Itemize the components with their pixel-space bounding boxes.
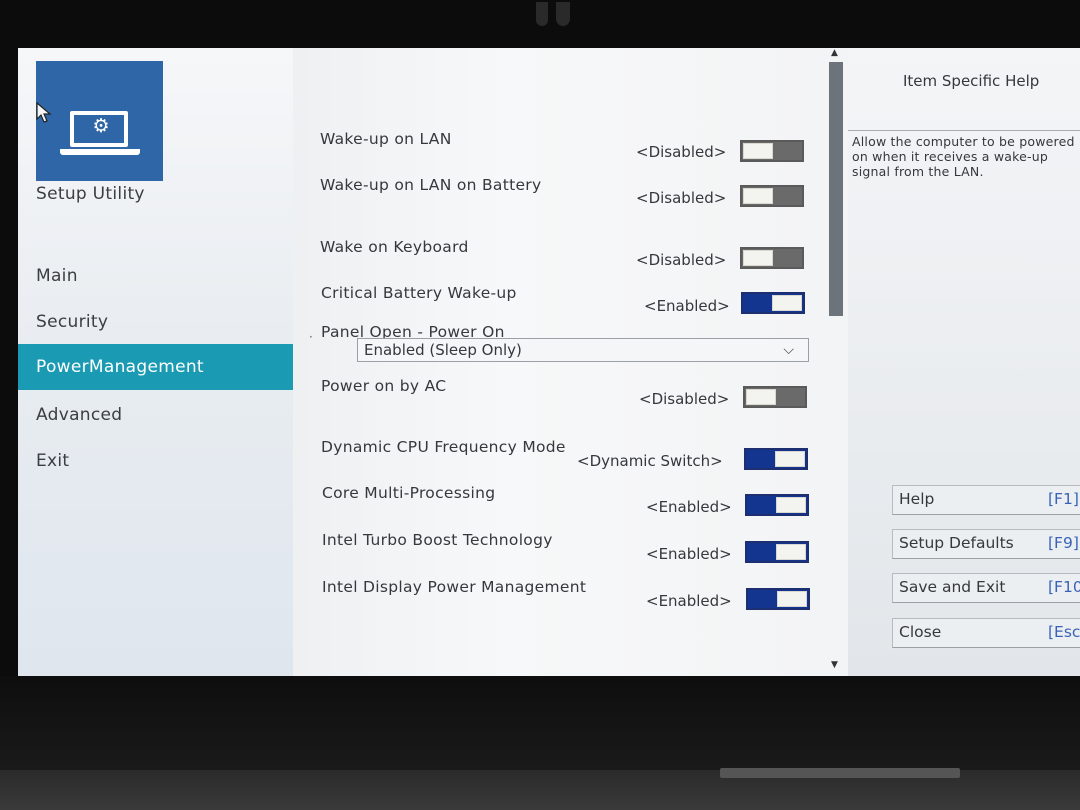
nav-item-main[interactable]: Main [18,253,293,299]
close-button-label: Close [899,623,942,641]
help-title: Item Specific Help [903,72,1040,90]
help-button-label: Help [899,490,935,508]
setting-value-dynamic-cpu-frequency[interactable]: <Dynamic Switch> [577,452,723,470]
toggle-power-on-by-ac[interactable] [743,386,807,408]
setting-label-dynamic-cpu-frequency: Dynamic CPU Frequency Mode [321,438,566,456]
settings-panel: Wake-up on LAN <Disabled> Wake-up on LAN… [293,48,826,676]
select-value: Enabled (Sleep Only) [364,341,522,359]
scroll-up-icon[interactable]: ▲ [831,48,838,58]
select-panel-open-power-on[interactable]: Enabled (Sleep Only) ⌵ [357,338,809,362]
setup-defaults-button-key: [F9] [1048,534,1079,552]
toggle-core-multi-processing[interactable] [745,494,809,516]
setup-defaults-button[interactable]: Setup Defaults [F9] [892,529,1080,559]
setting-value-wake-on-lan[interactable]: <Disabled> [636,143,726,161]
screen-bezel-left [0,48,18,676]
nav-item-exit[interactable]: Exit [18,438,293,484]
screen-bezel-top [0,0,1080,48]
setting-label-wake-on-lan-battery: Wake-up on LAN on Battery [320,176,542,194]
toggle-dynamic-cpu-frequency[interactable] [744,448,808,470]
close-button[interactable]: Close [Esc] [892,618,1080,648]
laptop-hinge [720,768,960,778]
setting-label-wake-on-lan: Wake-up on LAN [320,130,452,148]
laptop-base-icon [60,149,140,155]
setting-label-intel-display-power-management: Intel Display Power Management [322,578,587,596]
setting-value-wake-on-keyboard[interactable]: <Disabled> [636,251,726,269]
webcam-icon [530,0,580,30]
toggle-wake-on-lan-battery[interactable] [740,185,804,207]
save-and-exit-button-label: Save and Exit [899,578,1006,596]
nav-item-power-management[interactable]: PowerManagement [18,344,293,390]
help-button-key: [F1] [1048,490,1079,508]
bios-screen: ⚙ Setup Utility Main Security PowerManag… [18,48,1080,676]
bullet-icon: · [309,330,313,344]
toggle-intel-display-power-management[interactable] [746,588,810,610]
setting-label-power-on-by-ac: Power on by AC [321,377,447,395]
settings-scrollbar[interactable]: ▲ ▼ [826,48,848,676]
toggle-intel-turbo-boost[interactable] [745,541,809,563]
setting-value-core-multi-processing[interactable]: <Enabled> [646,498,732,516]
setting-value-intel-display-power-management[interactable]: <Enabled> [646,592,732,610]
setup-utility-logo: ⚙ [36,61,163,181]
toggle-wake-on-keyboard[interactable] [740,247,804,269]
setup-defaults-button-label: Setup Defaults [899,534,1014,552]
setting-value-power-on-by-ac[interactable]: <Disabled> [639,390,729,408]
setting-value-intel-turbo-boost[interactable]: <Enabled> [646,545,732,563]
save-and-exit-button[interactable]: Save and Exit [F10] [892,573,1080,603]
help-text: Allow the computer to be powered on when… [852,134,1075,179]
setting-value-wake-on-lan-battery[interactable]: <Disabled> [636,189,726,207]
nav-item-advanced[interactable]: Advanced [18,392,293,438]
sidebar: ⚙ Setup Utility Main Security PowerManag… [18,48,293,676]
chevron-down-icon: ⌵ [783,342,794,358]
app-title: Setup Utility [36,184,145,204]
toggle-critical-battery-wakeup[interactable] [741,292,805,314]
setting-label-intel-turbo-boost: Intel Turbo Boost Technology [322,531,553,549]
setting-label-core-multi-processing: Core Multi-Processing [322,484,496,502]
setting-label-wake-on-keyboard: Wake on Keyboard [320,238,469,256]
gear-icon: ⚙ [92,115,110,137]
save-and-exit-button-key: [F10] [1048,578,1080,596]
setting-value-critical-battery-wakeup[interactable]: <Enabled> [644,297,730,315]
setting-label-critical-battery-wakeup: Critical Battery Wake-up [321,284,517,302]
help-divider [848,130,1080,131]
nav-item-security[interactable]: Security [18,299,293,345]
help-button[interactable]: Help [F1] [892,485,1080,515]
toggle-wake-on-lan[interactable] [740,140,804,162]
mouse-cursor-icon [36,102,52,123]
close-button-key: [Esc] [1048,623,1080,641]
scrollbar-thumb[interactable] [829,62,843,316]
scroll-down-icon[interactable]: ▼ [831,660,838,670]
help-panel: Item Specific Help Allow the computer to… [848,48,1080,676]
